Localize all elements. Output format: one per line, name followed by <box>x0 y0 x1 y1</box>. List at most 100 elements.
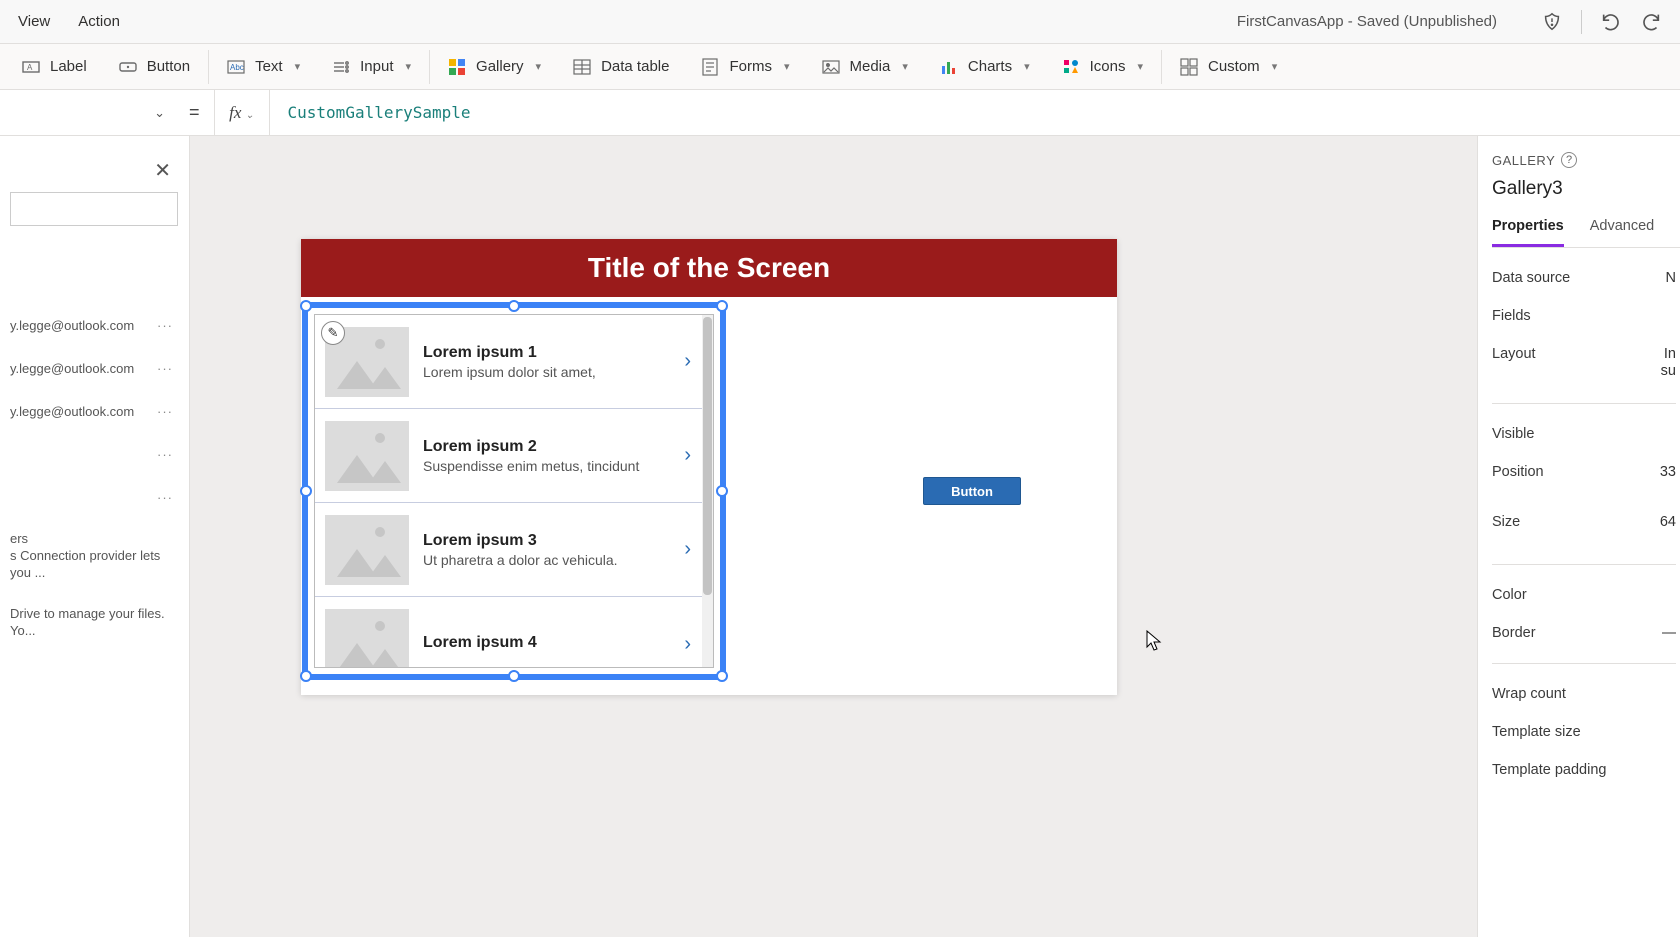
forms-icon <box>701 58 719 76</box>
svg-text:Abc: Abc <box>230 63 244 72</box>
scroll-thumb[interactable] <box>703 317 712 595</box>
more-icon[interactable]: ··· <box>157 404 173 419</box>
ribbon-charts[interactable]: Charts▾ <box>926 44 1044 90</box>
media-icon <box>822 58 840 76</box>
gallery-row[interactable]: Lorem ipsum 1 Lorem ipsum dolor sit amet… <box>315 315 713 409</box>
tab-advanced[interactable]: Advanced <box>1590 218 1655 247</box>
prop-value-position[interactable]: 33 <box>1660 464 1676 480</box>
tree-item[interactable]: ··· <box>10 433 179 476</box>
app-status: FirstCanvasApp - Saved (Unpublished) <box>1237 13 1497 30</box>
chevron-right-icon[interactable]: › <box>684 350 699 373</box>
property-selector[interactable]: ⌄ <box>0 96 175 130</box>
chevron-right-icon[interactable]: › <box>684 633 699 656</box>
tree-item[interactable]: y.legge@outlook.com ··· <box>10 390 179 433</box>
resize-handle[interactable] <box>508 670 520 682</box>
close-icon[interactable]: ✕ <box>154 158 171 183</box>
gallery-control[interactable]: ✎ Lorem ipsum 1 Lorem ipsum dolor sit am… <box>302 302 726 680</box>
prop-value-layout[interactable]: Insu <box>1661 346 1676 381</box>
tree-item-users[interactable]: ers s Connection provider lets you ... <box>10 519 179 594</box>
ribbon-media[interactable]: Media▾ <box>808 44 922 90</box>
icons-icon <box>1062 58 1080 76</box>
resize-handle[interactable] <box>508 300 520 312</box>
gallery-item-title: Lorem ipsum 1 <box>423 344 670 362</box>
ribbon-label[interactable]: A Label <box>8 44 101 90</box>
button-icon <box>119 58 137 76</box>
resize-handle[interactable] <box>716 485 728 497</box>
gallery-icon <box>448 58 466 76</box>
control-name[interactable]: Gallery3 <box>1492 178 1680 200</box>
tree-item[interactable]: y.legge@outlook.com ··· <box>10 304 179 347</box>
prop-label-datasource: Data source <box>1492 270 1570 286</box>
app-checker-icon[interactable] <box>1541 11 1563 33</box>
image-placeholder-icon <box>325 421 409 491</box>
fx-button[interactable]: fx⌄ <box>214 90 270 135</box>
prop-label-layout: Layout <box>1492 346 1536 362</box>
tree-item[interactable]: ··· <box>10 476 179 519</box>
tree-item[interactable]: y.legge@outlook.com ··· <box>10 347 179 390</box>
ribbon-button[interactable]: Button <box>105 44 204 90</box>
gallery-item-subtitle: Ut pharetra a dolor ac vehicula. <box>423 552 670 568</box>
prop-label-border: Border <box>1492 625 1536 641</box>
more-icon[interactable]: ··· <box>157 490 173 505</box>
redo-icon[interactable] <box>1640 11 1662 33</box>
chevron-right-icon[interactable]: › <box>684 444 699 467</box>
ribbon-gallery[interactable]: Gallery▾ <box>434 44 555 90</box>
canvas-area[interactable]: Title of the Screen Button ✎ Lore <box>190 136 1477 937</box>
property-tabs: Properties Advanced <box>1492 218 1680 248</box>
insert-ribbon: A Label Button Abc Text▾ Input▾ Gallery▾… <box>0 44 1680 90</box>
more-icon[interactable]: ··· <box>157 361 173 376</box>
tree-item-drive[interactable]: Drive to manage your files. Yo... <box>10 594 179 652</box>
prop-value-size[interactable]: 64 <box>1660 514 1676 530</box>
formula-input[interactable]: CustomGallerySample <box>270 103 1680 122</box>
gallery-item-subtitle: Lorem ipsum dolor sit amet, <box>423 364 670 380</box>
resize-handle[interactable] <box>300 485 312 497</box>
prop-label-color: Color <box>1492 587 1527 603</box>
more-icon[interactable]: ··· <box>157 318 173 333</box>
canvas-button[interactable]: Button <box>923 477 1021 505</box>
gallery-item-title: Lorem ipsum 4 <box>423 634 670 652</box>
ribbon-input[interactable]: Input▾ <box>318 44 425 90</box>
prop-label-templatepadding: Template padding <box>1492 762 1606 778</box>
svg-text:A: A <box>27 63 33 72</box>
resize-handle[interactable] <box>716 670 728 682</box>
more-icon[interactable]: ··· <box>157 447 173 462</box>
image-placeholder-icon <box>325 609 409 668</box>
help-icon[interactable]: ? <box>1561 152 1577 168</box>
ribbon-forms[interactable]: Forms▾ <box>687 44 803 90</box>
screen-title: Title of the Screen <box>301 239 1117 297</box>
resize-handle[interactable] <box>300 300 312 312</box>
gallery-row[interactable]: Lorem ipsum 4 › <box>315 597 713 668</box>
ribbon-icons[interactable]: Icons▾ <box>1048 44 1157 90</box>
gallery-item-title: Lorem ipsum 2 <box>423 438 670 456</box>
prop-label-visible: Visible <box>1492 426 1534 442</box>
ribbon-text[interactable]: Abc Text▾ <box>213 44 314 90</box>
prop-value-border[interactable]: — <box>1662 625 1677 641</box>
edit-pencil-icon[interactable]: ✎ <box>321 321 345 345</box>
gallery-scrollbar[interactable] <box>702 315 713 667</box>
equals-sign: = <box>175 102 214 123</box>
chevron-right-icon[interactable]: › <box>684 538 699 561</box>
menu-view[interactable]: View <box>18 13 50 30</box>
image-placeholder-icon <box>325 515 409 585</box>
gallery-row[interactable]: Lorem ipsum 3 Ut pharetra a dolor ac veh… <box>315 503 713 597</box>
gallery-inner: ✎ Lorem ipsum 1 Lorem ipsum dolor sit am… <box>314 314 714 668</box>
input-icon <box>332 58 350 76</box>
datatable-icon <box>573 58 591 76</box>
resize-handle[interactable] <box>300 670 312 682</box>
tab-properties[interactable]: Properties <box>1492 218 1564 247</box>
prop-label-fields[interactable]: Fields <box>1492 308 1531 324</box>
gallery-item-subtitle: Suspendisse enim metus, tincidunt <box>423 458 670 474</box>
undo-icon[interactable] <box>1600 11 1622 33</box>
prop-value-datasource[interactable]: N <box>1666 270 1676 286</box>
menu-action[interactable]: Action <box>78 13 120 30</box>
cursor-icon <box>1146 630 1162 652</box>
search-input[interactable] <box>10 192 178 226</box>
resize-handle[interactable] <box>716 300 728 312</box>
gallery-row[interactable]: Lorem ipsum 2 Suspendisse enim metus, ti… <box>315 409 713 503</box>
charts-icon <box>940 58 958 76</box>
custom-icon <box>1180 58 1198 76</box>
gallery-item-title: Lorem ipsum 3 <box>423 532 670 550</box>
ribbon-custom[interactable]: Custom▾ <box>1166 44 1291 90</box>
ribbon-datatable[interactable]: Data table <box>559 44 683 90</box>
workspace: ✕ y.legge@outlook.com ··· y.legge@outloo… <box>0 136 1680 937</box>
